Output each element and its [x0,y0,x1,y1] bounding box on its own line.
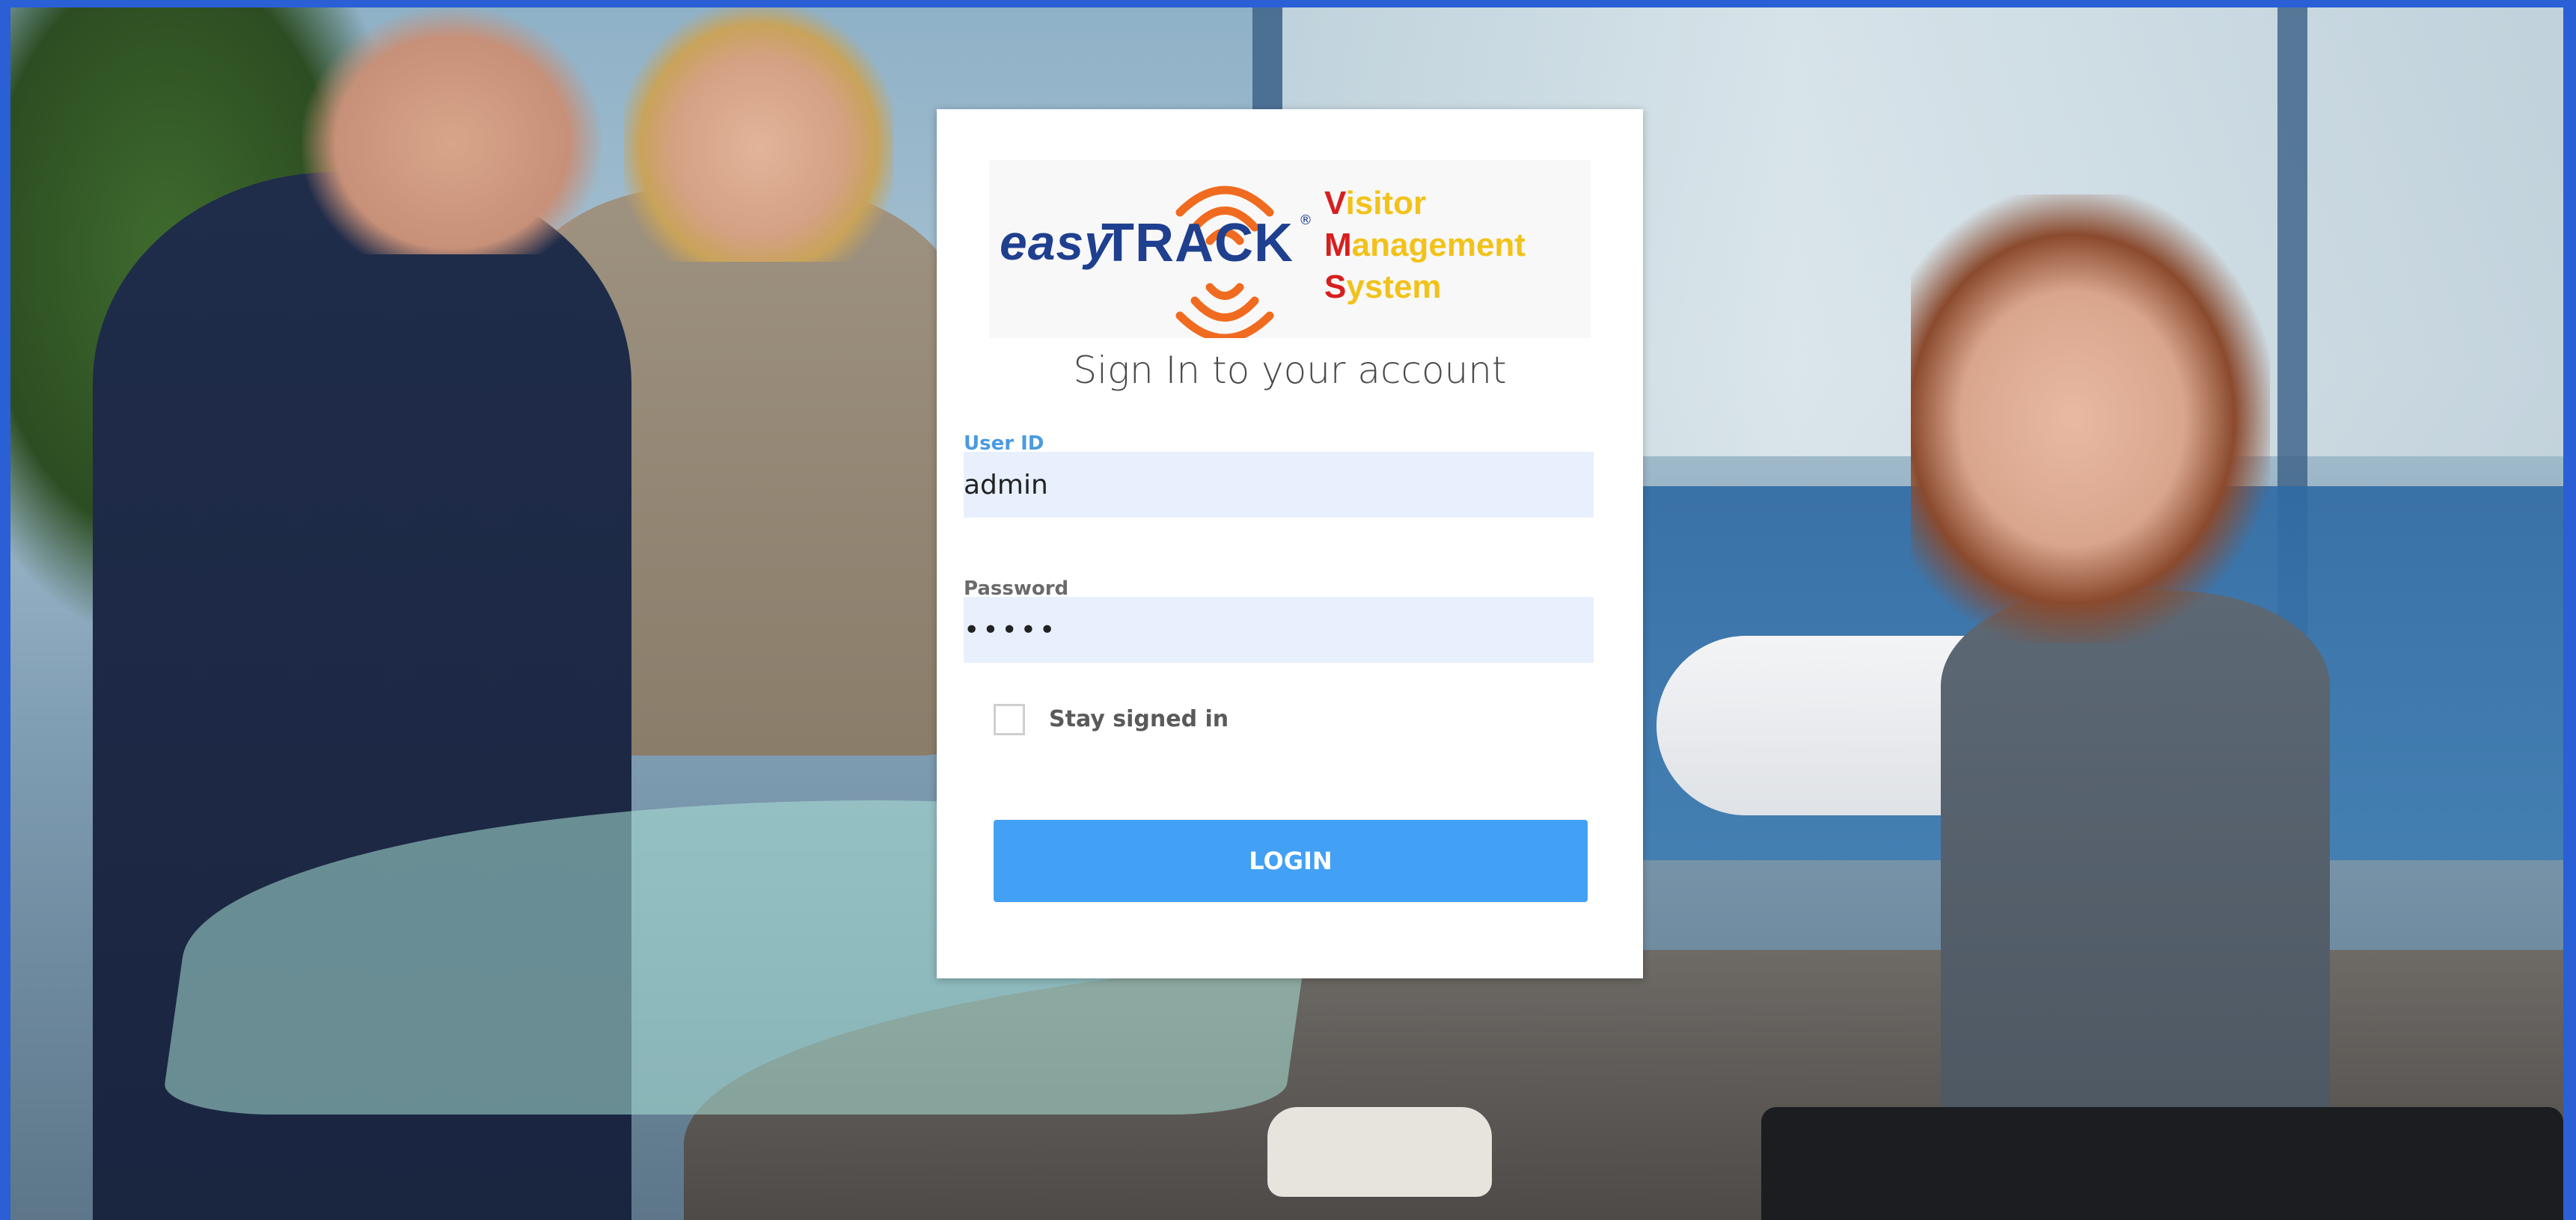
signin-title: Sign In to your account [1073,349,1507,392]
login-button[interactable]: LOGIN [994,820,1588,902]
logo-vms-line: Management [1324,227,1526,263]
bg-monitor [1761,1107,2563,1220]
logo-vms-text: Visitor Management System [1324,183,1526,308]
logo-text-track: TRACK [1101,213,1294,273]
login-card: easy TRACK ® Visitor Management System S… [937,109,1643,978]
logo-text-easy: easy [1000,215,1113,270]
bg-telephone [1267,1107,1492,1197]
stay-signed-in-checkbox[interactable] [994,704,1025,735]
window-frame: easy TRACK ® Visitor Management System S… [0,0,2576,1220]
app-logo: easy TRACK ® Visitor Management System [989,160,1591,338]
bg-woman-head [624,7,893,262]
user-id-input[interactable] [964,452,1594,518]
logo-vms-line: Visitor [1324,185,1427,221]
stay-signed-in-label[interactable]: Stay signed in [1049,706,1229,732]
logo-vms-line: System [1324,269,1442,305]
password-input[interactable] [964,597,1594,663]
bg-receptionist-head [1911,194,2270,643]
logo-registered-mark: ® [1299,212,1312,228]
bg-man-head [302,7,602,254]
